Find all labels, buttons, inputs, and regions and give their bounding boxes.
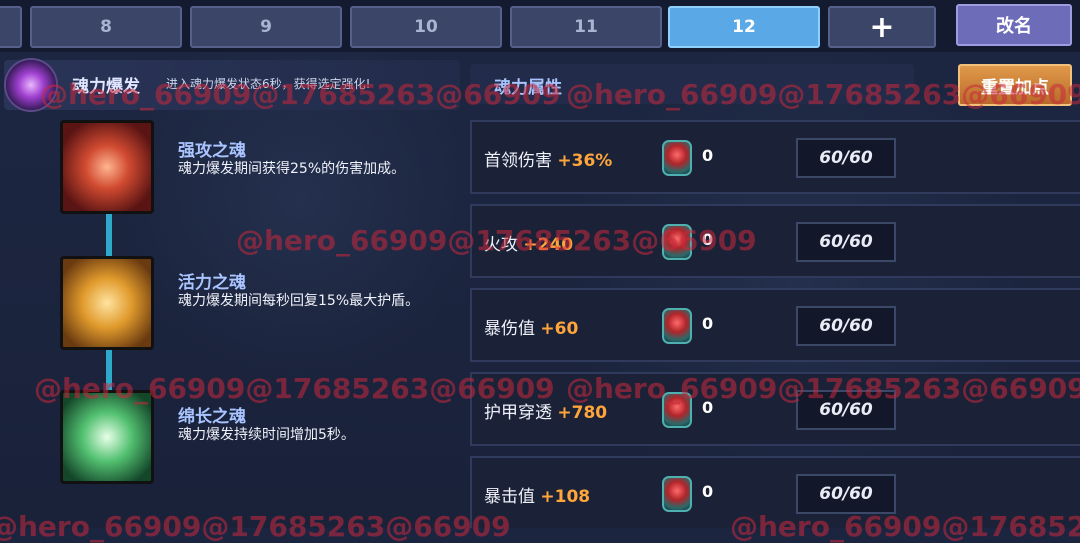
- attribute-bonus: +60: [540, 319, 579, 339]
- soul-gem-icon: [662, 140, 692, 176]
- tab-8[interactable]: 8: [30, 6, 182, 48]
- gem-count: 0: [702, 146, 714, 165]
- attribute-level[interactable]: 60/60: [796, 222, 896, 262]
- attribute-name: 暴伤值: [484, 319, 535, 339]
- tab-bar: 8 9 10 11 12 +: [0, 0, 1080, 52]
- watermark: @hero_66909@17685263@66909: [0, 510, 511, 543]
- attribute-bonus: +108: [540, 487, 591, 507]
- attribute-row: 首领伤害 +36% 0 60/60: [470, 120, 1080, 194]
- add-tab-button[interactable]: +: [828, 6, 936, 48]
- watermark: @hero_66909@17685263@66909: [730, 510, 1080, 543]
- gem-count: 0: [702, 314, 714, 333]
- attribute-level[interactable]: 60/60: [796, 138, 896, 178]
- tab-11[interactable]: 11: [510, 6, 662, 48]
- tab-12[interactable]: 12: [668, 6, 820, 48]
- rename-button[interactable]: 改名: [956, 4, 1072, 46]
- soul-description: 魂力爆发期间每秒回复15%最大护盾。: [178, 293, 420, 309]
- attribute-bonus: +780: [557, 403, 608, 423]
- tab-partial[interactable]: [0, 6, 22, 48]
- tab-10[interactable]: 10: [350, 6, 502, 48]
- attribute-name: 护甲穿透: [484, 403, 552, 423]
- attribute-row: 暴伤值 +60 0 60/60: [470, 288, 1080, 362]
- attribute-level[interactable]: 60/60: [796, 474, 896, 514]
- watermark: @hero_66909@17685263@66909: [566, 372, 1080, 405]
- watermark: @hero_66909@17685263@66909: [566, 78, 1080, 111]
- connector-line: [106, 214, 112, 258]
- watermark: @hero_66909@17685263@66909: [236, 224, 757, 257]
- soul-description: 魂力爆发持续时间增加5秒。: [178, 427, 355, 443]
- soul-gem-icon: [662, 308, 692, 344]
- attribute-name: 暴击值: [484, 487, 535, 507]
- attribute-bonus: +36%: [557, 151, 613, 171]
- attribute-level[interactable]: 60/60: [796, 306, 896, 346]
- watermark: @hero_66909@17685263@66909: [40, 78, 561, 111]
- soul-description: 魂力爆发期间获得25%的伤害加成。: [178, 161, 406, 177]
- shield-soul-icon[interactable]: [60, 256, 154, 350]
- tab-9[interactable]: 9: [190, 6, 342, 48]
- watermark: @hero_66909@17685263@66909: [34, 372, 555, 405]
- attribute-name: 首领伤害: [484, 151, 552, 171]
- soul-gem-icon: [662, 476, 692, 512]
- gem-count: 0: [702, 482, 714, 501]
- fire-soul-icon[interactable]: [60, 120, 154, 214]
